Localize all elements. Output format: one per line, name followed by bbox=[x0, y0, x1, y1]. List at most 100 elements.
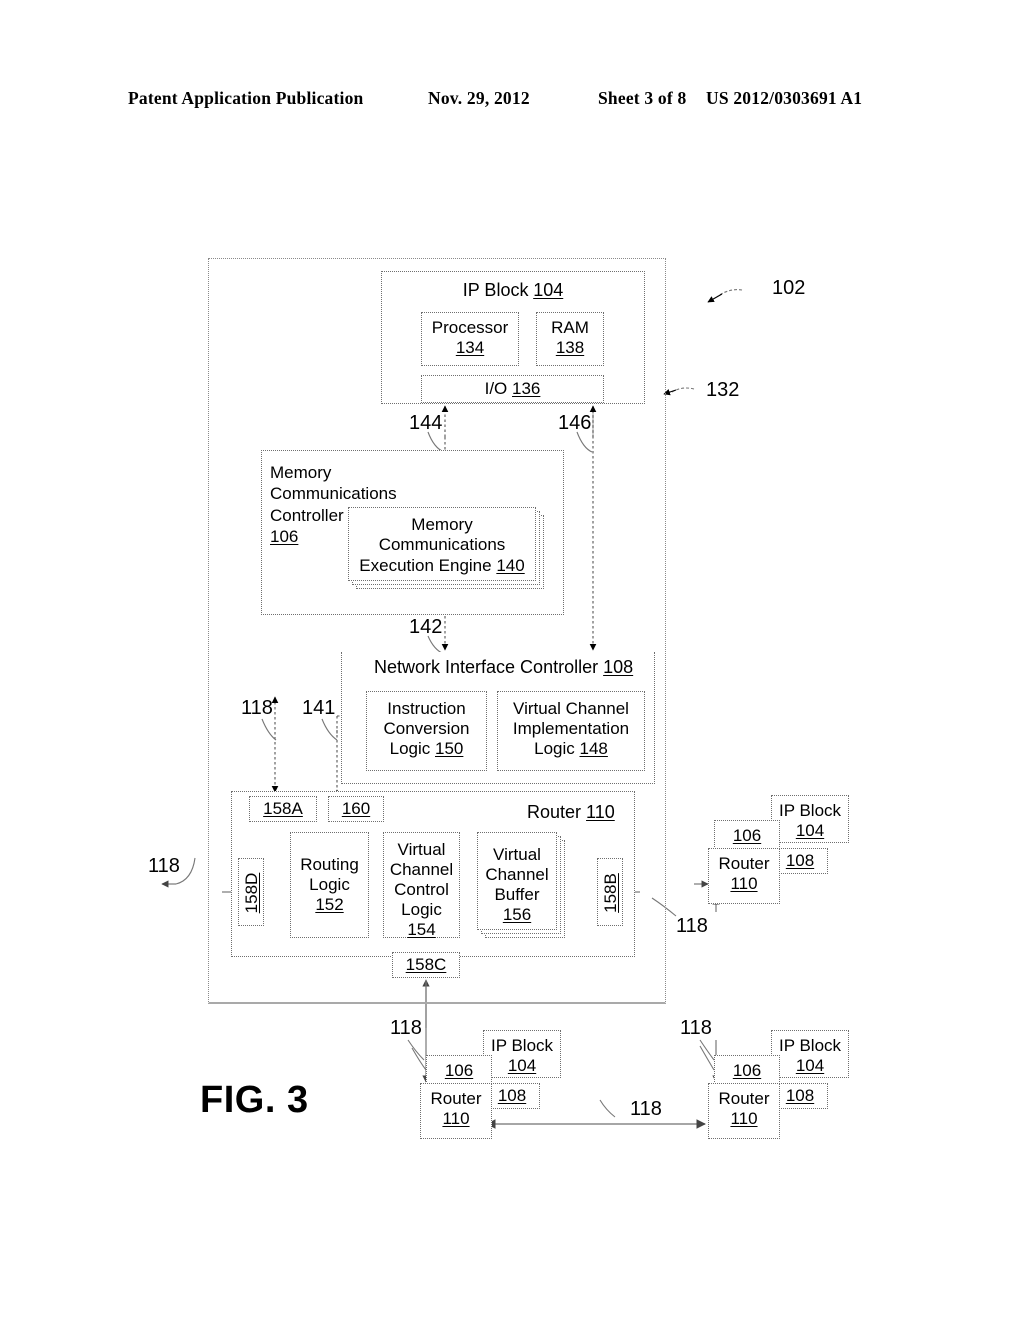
node-right-ip-block: IP Block 104 bbox=[771, 795, 849, 843]
nB2-106-ref: 106 bbox=[732, 1061, 762, 1080]
nB1-108-ref: 108 bbox=[497, 1086, 527, 1105]
io-box: I/O 136 bbox=[421, 375, 604, 403]
nR-106-ref: 106 bbox=[732, 826, 762, 845]
ram-ref: 138 bbox=[555, 337, 585, 357]
port-158b-label: 158B bbox=[601, 873, 620, 913]
node-right-nic: 108 bbox=[772, 848, 828, 874]
port-160-label: 160 bbox=[341, 799, 371, 818]
router-title-group: Router 110 bbox=[527, 802, 615, 823]
header-document-number: US 2012/0303691 A1 bbox=[706, 88, 863, 108]
router-port-north: 158A bbox=[249, 796, 317, 822]
vccl-ref: 154 bbox=[407, 919, 436, 939]
virtual-channel-buffer-box: Virtual Channel Buffer 156 bbox=[477, 832, 557, 930]
ref-142: 142 bbox=[409, 616, 443, 638]
figure-caption: FIG. 3 bbox=[200, 1079, 309, 1121]
header-publication: Patent Application Publication bbox=[128, 88, 364, 108]
nR-ip-label: IP Block bbox=[778, 801, 842, 820]
nR-rtr-ref: 110 bbox=[730, 873, 758, 893]
nB1-rtr-label: Router bbox=[430, 1089, 482, 1108]
ram-box: RAM 138 bbox=[536, 312, 604, 366]
mcc-line3: Controller bbox=[270, 505, 344, 525]
node-bottom-right-ip-block: IP Block 104 bbox=[771, 1030, 849, 1078]
ref-118-right-node: 118 bbox=[676, 915, 708, 937]
vcb-line3: Buffer bbox=[494, 884, 540, 904]
ref-118-bottom-right: 118 bbox=[680, 1017, 712, 1039]
node-right-router: Router 110 bbox=[708, 848, 780, 904]
io-label: I/O bbox=[484, 379, 508, 398]
vcb-line2: Channel bbox=[485, 864, 549, 884]
processor-ref: 134 bbox=[455, 337, 485, 357]
virtual-channel-implementation-logic-box: Virtual Channel Implementation Logic 148 bbox=[497, 691, 645, 771]
ref-132: 132 bbox=[706, 379, 740, 401]
patent-figure-page: Patent Application Publication Nov. 29, … bbox=[0, 0, 1024, 1320]
vcb-ref: 156 bbox=[502, 904, 532, 924]
ref-118-router-left: 118 bbox=[241, 697, 273, 719]
ref-118-bottom-left: 118 bbox=[390, 1017, 422, 1039]
ref-144: 144 bbox=[409, 412, 443, 434]
ref-146: 146 bbox=[558, 412, 592, 434]
ref-102: 102 bbox=[772, 277, 806, 299]
node-bottom-left-router: Router 110 bbox=[420, 1083, 492, 1139]
vccl-line1: Virtual bbox=[397, 840, 446, 859]
mce-line1: Memory bbox=[411, 515, 473, 534]
io-ref: 136 bbox=[512, 379, 541, 398]
router-ref: 110 bbox=[586, 802, 615, 822]
nR-rtr-label: Router bbox=[718, 854, 770, 873]
mce-ref: 140 bbox=[496, 555, 525, 575]
nic-title: Network Interface Controller bbox=[374, 657, 599, 677]
memory-communications-execution-engine-box: Memory Communications Execution Engine 1… bbox=[348, 507, 536, 581]
nic-ref: 108 bbox=[603, 657, 634, 677]
nR-108-ref: 108 bbox=[785, 851, 815, 870]
router-port-ip: 160 bbox=[328, 796, 384, 822]
mce-line2: Communications bbox=[378, 535, 506, 555]
vcil-line2: Implementation bbox=[512, 718, 630, 738]
routing-logic-box: Routing Logic 152 bbox=[290, 832, 369, 938]
nB1-106-ref: 106 bbox=[444, 1061, 474, 1080]
routing-logic-line2: Logic bbox=[309, 874, 350, 894]
nB2-ip-ref: 104 bbox=[795, 1055, 825, 1075]
processor-box: Processor 134 bbox=[421, 312, 519, 366]
vccl-line4: Logic bbox=[401, 899, 442, 919]
routing-logic-ref: 152 bbox=[315, 894, 344, 914]
router-port-east: 158B bbox=[597, 858, 623, 926]
router-port-south: 158C bbox=[392, 952, 460, 978]
ram-label: RAM bbox=[551, 318, 589, 337]
nB2-rtr-label: Router bbox=[718, 1089, 770, 1108]
icl-line2: Conversion bbox=[383, 718, 470, 738]
header-date: Nov. 29, 2012 bbox=[428, 88, 530, 108]
ref-118-left-outside: 118 bbox=[148, 855, 180, 877]
node-bottom-left-ip-block: IP Block 104 bbox=[483, 1030, 561, 1078]
mcc-line2: Communications bbox=[270, 484, 397, 504]
nB1-rtr-ref: 110 bbox=[442, 1108, 470, 1128]
vcil-line3: Logic bbox=[534, 738, 575, 758]
routing-logic-line1: Routing bbox=[300, 855, 359, 874]
ip-block-title: IP Block bbox=[462, 280, 529, 300]
nB2-rtr-ref: 110 bbox=[730, 1108, 758, 1128]
port-158d-label: 158D bbox=[242, 872, 261, 914]
icl-ref: 150 bbox=[435, 738, 464, 758]
vcil-ref: 148 bbox=[579, 738, 608, 758]
header-sheet: Sheet 3 of 8 bbox=[598, 88, 687, 108]
router-title: Router bbox=[527, 802, 582, 822]
ip-block-ref: 104 bbox=[533, 280, 564, 300]
ref-141: 141 bbox=[302, 697, 336, 719]
ref-118-bottom-middle: 118 bbox=[630, 1098, 662, 1120]
node-bottom-right-router: Router 110 bbox=[708, 1083, 780, 1139]
processor-label: Processor bbox=[431, 318, 509, 337]
nB2-108-ref: 108 bbox=[785, 1086, 815, 1105]
icl-line1: Instruction bbox=[387, 699, 466, 718]
vccl-line3: Control bbox=[394, 879, 449, 899]
icl-line3: Logic bbox=[389, 738, 431, 758]
mcc-ref: 106 bbox=[270, 527, 299, 547]
node-bottom-right-nic: 108 bbox=[772, 1083, 828, 1109]
port-158c-label: 158C bbox=[405, 955, 447, 974]
nB1-ip-label: IP Block bbox=[490, 1036, 554, 1055]
virtual-channel-control-logic-box: Virtual Channel Control Logic 154 bbox=[383, 832, 460, 939]
router-port-west: 158D bbox=[238, 858, 264, 926]
mcc-line1: Memory bbox=[270, 463, 332, 482]
port-158a-label: 158A bbox=[263, 799, 303, 818]
vcil-line1: Virtual Channel bbox=[513, 699, 629, 718]
vccl-line2: Channel bbox=[389, 859, 454, 879]
instruction-conversion-logic-box: Instruction Conversion Logic 150 bbox=[366, 691, 487, 771]
vcb-line1: Virtual bbox=[493, 845, 541, 864]
